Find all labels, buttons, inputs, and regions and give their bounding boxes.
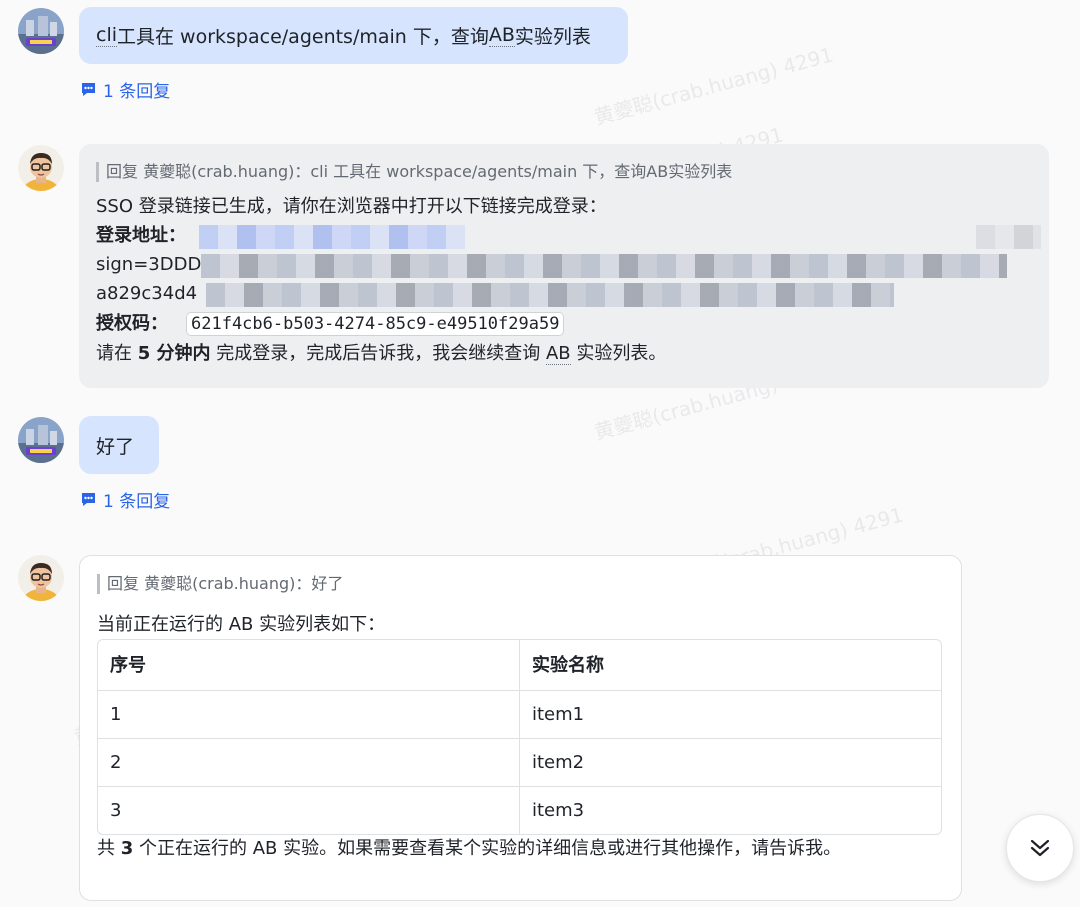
note-text: 完成登录，完成后告诉我，我会继续查询 bbox=[210, 343, 546, 364]
reply-count-link[interactable]: 1 条回复 bbox=[80, 487, 170, 512]
scroll-to-bottom-button[interactable] bbox=[1006, 814, 1074, 882]
login-note: 请在 5 分钟内 完成登录，完成后告诉我，我会继续查询 AB 实验列表。 bbox=[96, 339, 1032, 368]
table-cell: item2 bbox=[520, 739, 941, 787]
table-cell: 1 bbox=[98, 691, 520, 739]
auth-code[interactable]: 621f4cb6-b503-4274-85c9-e49510f29a59 bbox=[186, 312, 565, 336]
redacted-hash bbox=[206, 283, 894, 307]
redacted-sign bbox=[201, 254, 1007, 278]
note-text: 请在 bbox=[96, 343, 138, 364]
ab-experiment-table: 序号 实验名称 1 item1 2 item2 3 item3 bbox=[97, 639, 942, 835]
bot-message-card: 回复 黄夔聪(crab.huang)：好了 当前正在运行的 AB 实验列表如下：… bbox=[79, 555, 962, 901]
sign-prefix: sign=3DDD bbox=[96, 254, 202, 275]
login-url-row: 登录地址： bbox=[96, 221, 1041, 250]
user-message-bubble: cli 工具在 workspace/agents/main 下，查询 AB 实验列表 bbox=[79, 7, 628, 64]
reply-quote: 回复 黄夔聪(crab.huang)：好了 bbox=[97, 574, 944, 594]
table-row: 3 item3 bbox=[98, 787, 941, 834]
table-cell: 2 bbox=[98, 739, 520, 787]
redacted-url bbox=[199, 225, 465, 249]
table-row: 1 item1 bbox=[98, 691, 941, 739]
table-header-row: 序号 实验名称 bbox=[98, 640, 941, 691]
bot-avatar[interactable] bbox=[18, 555, 64, 601]
summary-text: 个正在运行的 AB 实验。如果需要查看某个实验的详细信息或进行其他操作，请告诉我… bbox=[133, 838, 842, 859]
table-summary-text: 共 3 个正在运行的 AB 实验。如果需要查看某个实验的详细信息或进行其他操作，… bbox=[97, 834, 944, 863]
reply-count-link[interactable]: 1 条回复 bbox=[80, 77, 170, 102]
reply-count-label: 1 条回复 bbox=[103, 492, 171, 512]
bot-message-bubble: 回复 黄夔聪(crab.huang)：cli 工具在 workspace/age… bbox=[79, 144, 1049, 388]
sign-row: sign=3DDD bbox=[96, 250, 1032, 279]
user-message-bubble: 好了 bbox=[79, 416, 159, 474]
login-url-label: 登录地址： bbox=[96, 225, 186, 246]
message-text-end: 实验列表 bbox=[514, 26, 591, 48]
note-ab: AB bbox=[545, 343, 571, 365]
auth-code-label: 授权码： bbox=[96, 313, 168, 334]
column-header-name: 实验名称 bbox=[520, 640, 941, 691]
table-row: 2 item2 bbox=[98, 739, 941, 787]
double-chevron-down-icon bbox=[1030, 839, 1050, 857]
message-text-ab: AB bbox=[488, 24, 515, 47]
summary-text: 共 bbox=[97, 838, 121, 859]
sso-intro-text: SSO 登录链接已生成，请你在浏览器中打开以下链接完成登录： bbox=[96, 196, 607, 217]
reply-bubble-icon bbox=[82, 83, 95, 96]
reply-bubble-icon bbox=[82, 493, 95, 506]
note-text: 实验列表。 bbox=[570, 343, 667, 364]
auth-code-row: 授权码： 621f4cb6-b503-4274-85c9-e49510f29a59 bbox=[96, 309, 1032, 339]
message-text: 好了 bbox=[96, 435, 135, 458]
note-time: 5 分钟内 bbox=[137, 343, 211, 364]
table-cell: item3 bbox=[532, 800, 585, 821]
table-cell: 3 bbox=[98, 787, 520, 834]
column-header-index: 序号 bbox=[98, 640, 520, 691]
message-text: 工具在 workspace/agents/main 下，查询 bbox=[117, 26, 489, 48]
bot-avatar[interactable] bbox=[18, 145, 64, 191]
reply-count-label: 1 条回复 bbox=[103, 82, 171, 102]
reply-quote: 回复 黄夔聪(crab.huang)：cli 工具在 workspace/age… bbox=[96, 162, 1032, 182]
hash-row: a829c34d4 bbox=[96, 279, 1032, 308]
redacted-url bbox=[976, 225, 1041, 249]
table-intro-text: 当前正在运行的 AB 实验列表如下： bbox=[97, 614, 386, 635]
summary-count: 3 bbox=[120, 838, 134, 859]
hash-prefix: a829c34d4 bbox=[96, 283, 198, 304]
user-avatar[interactable] bbox=[18, 417, 64, 463]
user-avatar[interactable] bbox=[18, 8, 64, 54]
table-cell: item1 bbox=[520, 691, 941, 739]
message-text-cli: cli bbox=[96, 24, 118, 47]
